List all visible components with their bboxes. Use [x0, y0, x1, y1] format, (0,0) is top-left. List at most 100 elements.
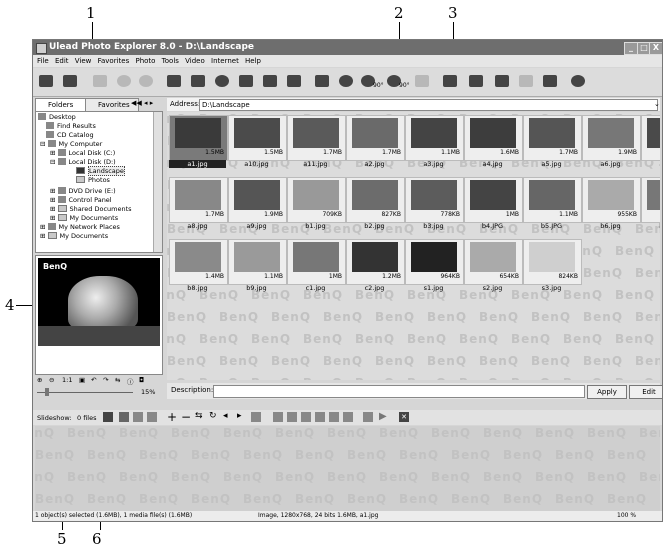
effects-icon[interactable] [413, 72, 431, 90]
thumbnail-item[interactable]: 824KB s3.jpg [523, 239, 582, 292]
rotate-right-small-icon[interactable]: ↷ [103, 376, 108, 384]
tree-item-my-documents-sub[interactable]: ⊞ My Documents [50, 214, 118, 223]
rotate-icon[interactable]: ↻ [209, 411, 217, 421]
expand-icon[interactable]: ⊞ [50, 196, 58, 204]
transfer-icon[interactable] [541, 72, 559, 90]
music-icon[interactable] [301, 412, 311, 422]
apply-button[interactable]: Apply [587, 385, 627, 399]
tree-item-desktop[interactable]: Desktop [38, 113, 76, 122]
tree-item-my-network-places[interactable]: ⊞ My Network Places [40, 223, 120, 232]
tree-item-dvd-drive[interactable]: ⊞ DVD Drive (E:) [50, 187, 116, 196]
tree-item-my-documents[interactable]: ⊞ My Documents [40, 232, 108, 241]
zoom-slider[interactable]: 15% [35, 388, 163, 398]
thumbnail-item[interactable]: 1.9MBa7.jpg [641, 115, 660, 168]
close-button[interactable]: X [649, 42, 662, 55]
comment-icon[interactable] [273, 412, 283, 422]
scanner-icon[interactable] [189, 72, 207, 90]
menu-favorites[interactable]: Favorites [98, 57, 130, 65]
title-bar[interactable]: Ulead Photo Explorer 8.0 - D:\Landscape … [33, 40, 662, 55]
slideshow-icon[interactable] [61, 72, 79, 90]
expand-icon[interactable]: ⊞ [40, 223, 48, 231]
save-icon[interactable] [103, 412, 113, 422]
thumbnail-item[interactable]: 955KB b6.jpg [582, 177, 641, 230]
flip-icon[interactable]: ⇆ [115, 376, 120, 384]
info-icon[interactable]: ⓘ [127, 376, 134, 386]
thumbnail-item[interactable]: 654KB s2.jpg [464, 239, 523, 292]
swap-icon[interactable]: ⇆ [195, 411, 203, 421]
magic-wand-icon[interactable] [91, 72, 109, 90]
menu-edit[interactable]: Edit [55, 57, 69, 65]
thumbnail-item[interactable]: 1.9MB a9.jpg [228, 177, 287, 230]
move-left-icon[interactable]: ◂ [223, 411, 228, 421]
export-icon[interactable] [329, 412, 339, 422]
rotate-left-small-icon[interactable]: ↶ [91, 376, 96, 384]
zoom-out-icon[interactable]: ⊖ [49, 376, 54, 384]
thumbnail-item[interactable]: 1MB c1.jpg [287, 239, 346, 292]
print-preview-icon[interactable] [467, 72, 485, 90]
copy-icon[interactable] [261, 72, 279, 90]
thumbnail-item[interactable]: 1.6MB a4.jpg [464, 115, 523, 168]
thumbnail-browser[interactable]: BenQ BenQ BenQ BenQ BenQ BenQ BenQ BenQ BenQ BenQ… [167, 112, 660, 380]
expand-icon[interactable]: ⊟ [50, 158, 58, 166]
description-input[interactable] [213, 385, 585, 398]
fit-icon[interactable]: ▣ [79, 376, 85, 384]
address-input[interactable]: D:\Landscape [199, 99, 658, 111]
thumbnail-item[interactable]: 1MB b4.JPG [464, 177, 523, 230]
expand-icon[interactable]: ⊞ [40, 232, 48, 240]
thumbnail-item[interactable]: 1.1MB b5.JPG [523, 177, 582, 230]
thumbnail-item[interactable]: 1.7MB a5.jpg [523, 115, 582, 168]
menu-tools[interactable]: Tools [162, 57, 179, 65]
clear-icon[interactable] [147, 412, 157, 422]
tree-item-my-computer[interactable]: ⊟ My Computer [40, 140, 102, 149]
tree-item-photos[interactable]: Photos [76, 176, 110, 185]
thumbnail-item[interactable]: 1.1MB a3.jpg [405, 115, 464, 168]
print-icon[interactable] [441, 72, 459, 90]
address-dropdown-icon[interactable]: ⌄ [654, 98, 660, 111]
thumbnail-item[interactable]: 1.7MBb7.jpg [641, 177, 660, 230]
play-icon[interactable]: ▶ [379, 411, 387, 422]
open-icon[interactable] [119, 412, 129, 422]
thumbnail-item[interactable]: 1.7MB a11.jpg [287, 115, 346, 168]
properties-icon[interactable] [285, 72, 303, 90]
minimize-button[interactable]: _ [624, 42, 638, 55]
tree-item-local-disk-c[interactable]: ⊞ Local Disk (C:) [50, 149, 115, 158]
back-icon[interactable] [115, 72, 133, 90]
thumbnail-item[interactable]: 1.7MB a8.jpg [169, 177, 228, 230]
transition-icon[interactable] [287, 412, 297, 422]
thumbnail-item[interactable]: 1.1MB b9.jpg [228, 239, 287, 292]
thumbnail-item[interactable]: 709KB b1.jpg [287, 177, 346, 230]
actual-size-button[interactable]: 1:1 [62, 376, 72, 384]
stop-icon[interactable] [133, 412, 143, 422]
thumbnail-item[interactable]: 964KB s1.jpg [405, 239, 464, 292]
camera-small-icon[interactable]: ◘ [139, 376, 144, 384]
record-icon[interactable] [343, 412, 353, 422]
close-slideshow-icon[interactable]: ✕ [399, 412, 409, 422]
browse-icon[interactable] [37, 72, 55, 90]
thumbnail-item[interactable]: 827KB b2.jpg [346, 177, 405, 230]
expand-icon[interactable]: ⊞ [50, 187, 58, 195]
menu-photo[interactable]: Photo [135, 57, 155, 65]
tree-item-cd-catalog[interactable]: CD Catalog [46, 131, 94, 140]
tree-item-landscape[interactable]: Landscape [76, 166, 125, 176]
folder-tree[interactable]: Desktop Find Results CD Catalog ⊟ My Com… [35, 111, 163, 253]
wallpaper-icon[interactable] [493, 72, 511, 90]
thumbnail-item[interactable]: 778KB b3.jpg [405, 177, 464, 230]
sort-icon[interactable] [251, 412, 261, 422]
edit-button[interactable]: Edit [629, 385, 662, 399]
expand-icon[interactable]: ⊟ [40, 140, 48, 148]
tab-scroll-arrows[interactable]: ◀◀ ◂ ▸ [131, 99, 153, 107]
thumbnail-item[interactable]: 1.2MB c2.jpg [346, 239, 405, 292]
menu-file[interactable]: File [37, 57, 49, 65]
eye-icon[interactable] [337, 72, 355, 90]
zoom-in-icon[interactable]: ⊕ [37, 376, 42, 384]
settings-icon[interactable] [363, 412, 373, 422]
add-icon[interactable]: + [167, 410, 177, 424]
expand-icon[interactable]: ⊞ [50, 214, 58, 222]
tree-item-control-panel[interactable]: ⊞ Control Panel [50, 196, 112, 205]
open-folder-icon[interactable] [237, 72, 255, 90]
forward-icon[interactable] [137, 72, 155, 90]
tree-scrollbar[interactable] [153, 112, 162, 252]
thumbnail-item[interactable]: 1.5MB a10.jpg [228, 115, 287, 168]
help-icon[interactable] [569, 72, 587, 90]
slideshow-area[interactable]: BenQ BenQ BenQ BenQ BenQ BenQ BenQ BenQ BenQ BenQ… [35, 426, 660, 511]
